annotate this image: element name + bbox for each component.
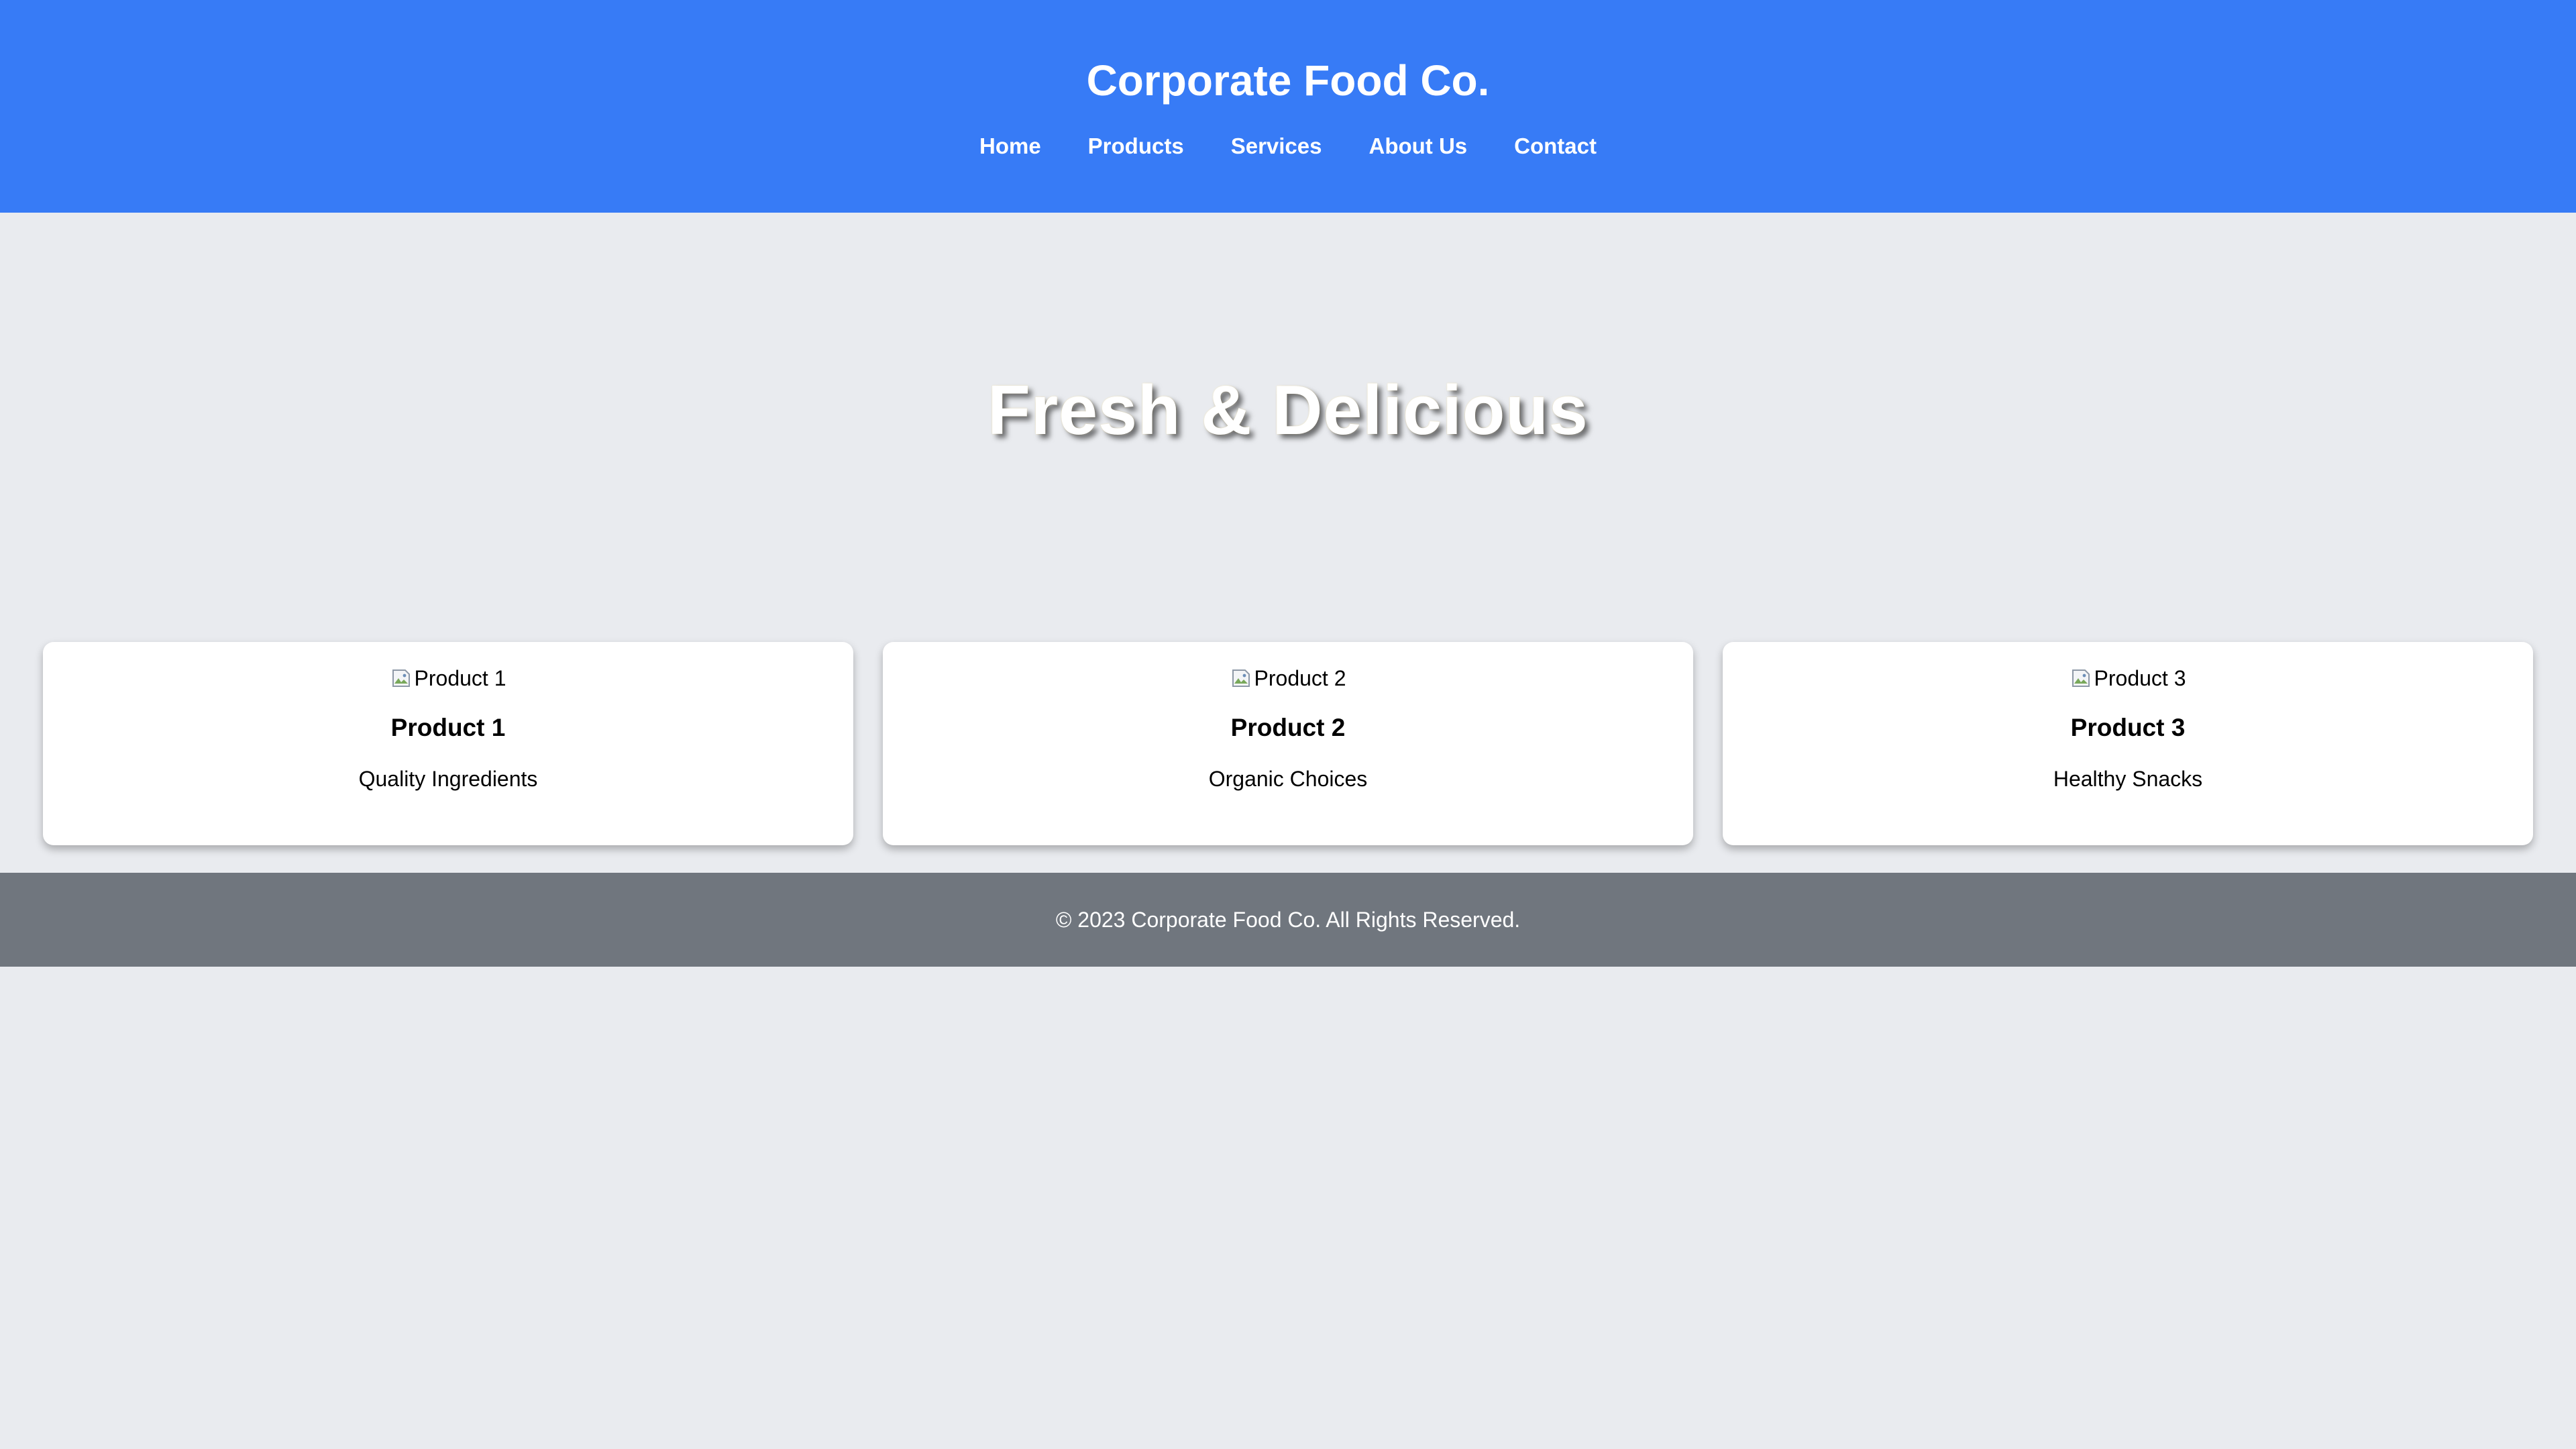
hero-title: Fresh & Delicious (987, 372, 1589, 449)
hero-section: Fresh & Delicious (0, 213, 2576, 642)
nav-link-contact[interactable]: Contact (1514, 131, 1597, 161)
product-description-2: Organic Choices (1208, 767, 1368, 791)
nav-link-about-us[interactable]: About Us (1369, 131, 1468, 161)
product-image-3: Product 3 (2070, 663, 2186, 693)
site-footer: © 2023 Corporate Food Co. All Rights Res… (0, 873, 2576, 967)
site-title: Corporate Food Co. (1086, 56, 1490, 105)
product-card-3: Product 3 Product 3 Healthy Snacks (1723, 642, 2533, 845)
broken-image-icon (392, 669, 410, 687)
product-image-alt-3: Product 3 (2094, 666, 2186, 690)
footer-copyright: © 2023 Corporate Food Co. All Rights Res… (1055, 908, 1521, 932)
product-card-1: Product 1 Product 1 Quality Ingredients (43, 642, 853, 845)
product-name-1: Product 1 (390, 714, 506, 741)
site-header: Corporate Food Co. Home Products Service… (0, 0, 2576, 213)
nav-link-home[interactable]: Home (979, 131, 1041, 161)
product-card-2: Product 2 Product 2 Organic Choices (883, 642, 1693, 845)
nav-link-products[interactable]: Products (1088, 131, 1184, 161)
product-description-1: Quality Ingredients (358, 767, 538, 791)
products-section: Product 1 Product 1 Quality Ingredients … (43, 642, 2533, 845)
product-name-3: Product 3 (2070, 714, 2186, 741)
product-image-alt-2: Product 2 (1254, 666, 1346, 690)
broken-image-icon (1232, 669, 1250, 687)
product-image-alt-1: Product 1 (414, 666, 506, 690)
broken-image-icon (2072, 669, 2090, 687)
main-nav: Home Products Services About Us Contact (0, 131, 2576, 161)
nav-link-services[interactable]: Services (1231, 131, 1322, 161)
product-name-2: Product 2 (1230, 714, 1346, 741)
product-description-3: Healthy Snacks (2053, 767, 2203, 791)
product-image-1: Product 1 (390, 663, 506, 693)
product-image-2: Product 2 (1230, 663, 1346, 693)
